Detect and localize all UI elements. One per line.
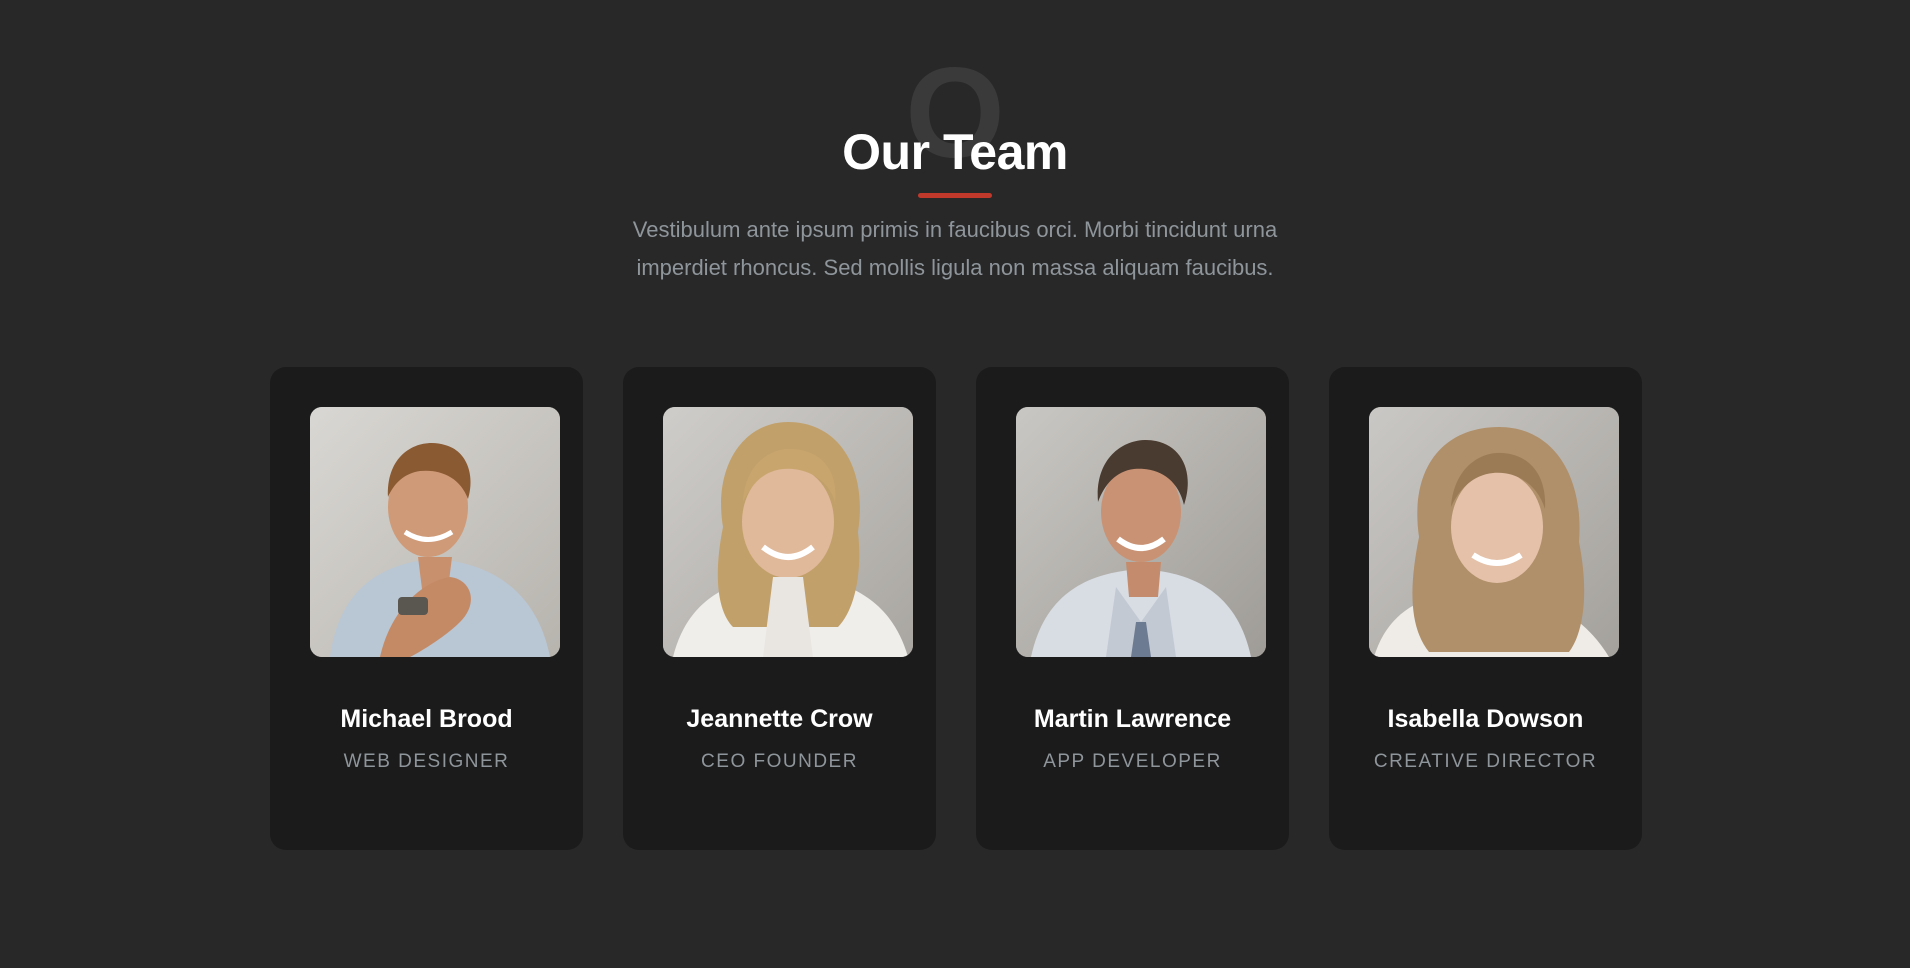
- team-card-michael-brood[interactable]: Michael Brood WEB DESIGNER: [270, 367, 583, 850]
- member-role: APP DEVELOPER: [1043, 751, 1222, 772]
- member-name: Isabella Dowson: [1387, 705, 1584, 733]
- team-card-jeannette-crow[interactable]: Jeannette Crow CEO FOUNDER: [623, 367, 936, 850]
- member-role: CEO FOUNDER: [701, 751, 858, 772]
- section-title: Our Team: [842, 124, 1068, 180]
- woman-portrait-icon: [1369, 407, 1619, 657]
- member-name: Jeannette Crow: [686, 705, 873, 733]
- team-card-isabella-dowson[interactable]: Isabella Dowson CREATIVE DIRECTOR: [1329, 367, 1642, 850]
- man-portrait-icon: [1016, 407, 1266, 657]
- member-role: CREATIVE DIRECTOR: [1373, 751, 1598, 772]
- member-name: Martin Lawrence: [1033, 705, 1232, 733]
- member-photo: [1016, 407, 1266, 657]
- member-name: Michael Brood: [340, 705, 513, 733]
- member-role: WEB DESIGNER: [343, 751, 510, 772]
- team-cards: Michael Brood WEB DESIGNER Jeannette Cro…: [270, 367, 1642, 850]
- member-photo: [1369, 407, 1619, 657]
- member-photo: [663, 407, 913, 657]
- section-subtitle: Vestibulum ante ipsum primis in faucibus…: [632, 217, 1278, 280]
- member-photo: [310, 407, 560, 657]
- team-card-martin-lawrence[interactable]: Martin Lawrence APP DEVELOPER: [976, 367, 1289, 850]
- woman-portrait-icon: [663, 407, 913, 657]
- title-underline: [918, 193, 992, 198]
- man-portrait-icon: [310, 407, 560, 657]
